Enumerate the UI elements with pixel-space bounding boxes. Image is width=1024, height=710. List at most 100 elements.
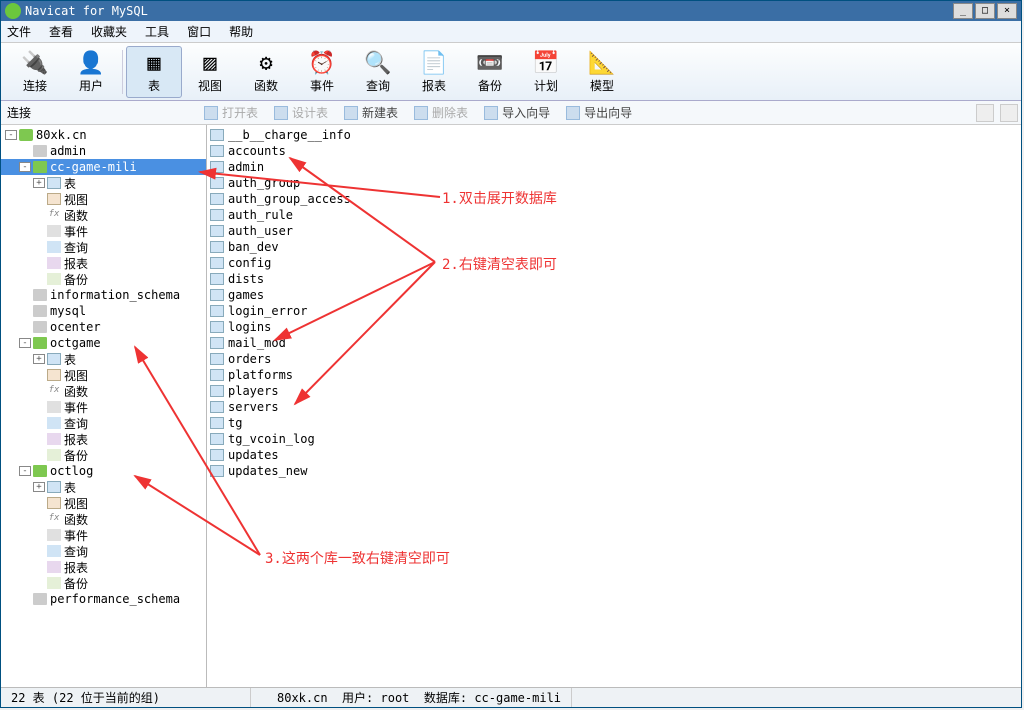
title-bar: Navicat for MySQL _ □ × [1, 1, 1021, 21]
db-child-事件[interactable]: 事件 [1, 223, 206, 239]
detail-view-icon[interactable] [1000, 104, 1018, 122]
connection-tree: -80xk.cnadmin-cc-game-mili+表视图fx函数事件查询报表… [1, 125, 207, 687]
expand-toggle[interactable]: + [33, 482, 45, 492]
close-button[interactable]: × [997, 3, 1017, 19]
db-node-octlog[interactable]: -octlog [1, 463, 206, 479]
table-row[interactable]: accounts [210, 143, 1019, 159]
toolbar-表[interactable]: ▦表 [126, 46, 182, 98]
table-row[interactable]: logins [210, 319, 1019, 335]
sub-toolbar: 连接 打开表设计表新建表删除表导入向导导出向导 [1, 101, 1021, 125]
subtoolbar-导入向导[interactable]: 导入向导 [476, 101, 558, 124]
expand-toggle[interactable]: - [5, 130, 17, 140]
table-row[interactable]: servers [210, 399, 1019, 415]
db-child-事件[interactable]: 事件 [1, 399, 206, 415]
db-node-performance_schema[interactable]: performance_schema [1, 591, 206, 607]
db-node-admin[interactable]: admin [1, 143, 206, 159]
menu-4[interactable]: 窗口 [187, 23, 211, 40]
menu-2[interactable]: 收藏夹 [91, 23, 127, 40]
table-row[interactable]: auth_rule [210, 207, 1019, 223]
db-node-cc-game-mili[interactable]: -cc-game-mili [1, 159, 206, 175]
table-row[interactable]: games [210, 287, 1019, 303]
search-icon[interactable] [976, 104, 994, 122]
db-child-备份[interactable]: 备份 [1, 447, 206, 463]
table-row[interactable]: auth_user [210, 223, 1019, 239]
toolbar-连接[interactable]: 🔌连接 [7, 46, 63, 98]
table-row[interactable]: updates [210, 447, 1019, 463]
db-child-视图[interactable]: 视图 [1, 191, 206, 207]
expand-toggle[interactable]: + [33, 178, 45, 188]
subtoolbar-导出向导[interactable]: 导出向导 [558, 101, 640, 124]
menu-1[interactable]: 查看 [49, 23, 73, 40]
toolbar-计划[interactable]: 📅计划 [518, 46, 574, 98]
用户-icon: 👤 [75, 49, 107, 77]
table-icon [210, 449, 224, 461]
toolbar-模型[interactable]: 📐模型 [574, 46, 630, 98]
table-icon [47, 481, 61, 493]
db-child-表[interactable]: +表 [1, 351, 206, 367]
table-row[interactable]: ban_dev [210, 239, 1019, 255]
table-icon [210, 433, 224, 445]
table-row[interactable]: tg_vcoin_log [210, 431, 1019, 447]
table-row[interactable]: auth_group [210, 175, 1019, 191]
db-child-查询[interactable]: 查询 [1, 543, 206, 559]
db-node-ocenter[interactable]: ocenter [1, 319, 206, 335]
minimize-button[interactable]: _ [953, 3, 973, 19]
expand-toggle[interactable]: + [33, 354, 45, 364]
table-row[interactable]: auth_group_access [210, 191, 1019, 207]
db-node-information_schema[interactable]: information_schema [1, 287, 206, 303]
toolbar-备份[interactable]: 📼备份 [462, 46, 518, 98]
toolbar-函数[interactable]: ⚙函数 [238, 46, 294, 98]
toolbar-报表[interactable]: 📄报表 [406, 46, 462, 98]
db-child-报表[interactable]: 报表 [1, 255, 206, 271]
table-row[interactable]: login_error [210, 303, 1019, 319]
db-grey-icon [33, 305, 47, 317]
db-child-表[interactable]: +表 [1, 175, 206, 191]
db-node-octgame[interactable]: -octgame [1, 335, 206, 351]
expand-toggle[interactable]: - [19, 338, 31, 348]
db-node-mysql[interactable]: mysql [1, 303, 206, 319]
table-action-icon [344, 106, 358, 120]
table-row[interactable]: mail_mod [210, 335, 1019, 351]
db-child-函数[interactable]: fx函数 [1, 383, 206, 399]
db-child-视图[interactable]: 视图 [1, 495, 206, 511]
db-child-函数[interactable]: fx函数 [1, 207, 206, 223]
menu-5[interactable]: 帮助 [229, 23, 253, 40]
table-row[interactable]: config [210, 255, 1019, 271]
table-row[interactable]: orders [210, 351, 1019, 367]
table-row[interactable]: admin [210, 159, 1019, 175]
table-icon [210, 385, 224, 397]
expand-toggle[interactable]: - [19, 162, 31, 172]
table-icon [210, 161, 224, 173]
subtoolbar-设计表: 设计表 [266, 101, 336, 124]
maximize-button[interactable]: □ [975, 3, 995, 19]
table-row[interactable]: tg [210, 415, 1019, 431]
table-list-pane: __b__charge__infoaccountsadminauth_group… [207, 125, 1021, 687]
表-icon: ▦ [138, 49, 170, 77]
table-row[interactable]: players [210, 383, 1019, 399]
connection-node[interactable]: -80xk.cn [1, 127, 206, 143]
db-child-视图[interactable]: 视图 [1, 367, 206, 383]
toolbar-事件[interactable]: ⏰事件 [294, 46, 350, 98]
subtoolbar-新建表[interactable]: 新建表 [336, 101, 406, 124]
menu-3[interactable]: 工具 [145, 23, 169, 40]
table-icon [210, 177, 224, 189]
db-child-备份[interactable]: 备份 [1, 575, 206, 591]
db-child-表[interactable]: +表 [1, 479, 206, 495]
table-row[interactable]: updates_new [210, 463, 1019, 479]
toolbar-用户[interactable]: 👤用户 [63, 46, 119, 98]
toolbar-查询[interactable]: 🔍查询 [350, 46, 406, 98]
table-icon [210, 225, 224, 237]
db-child-查询[interactable]: 查询 [1, 239, 206, 255]
toolbar-视图[interactable]: ▨视图 [182, 46, 238, 98]
db-child-事件[interactable]: 事件 [1, 527, 206, 543]
db-child-查询[interactable]: 查询 [1, 415, 206, 431]
db-child-备份[interactable]: 备份 [1, 271, 206, 287]
table-row[interactable]: dists [210, 271, 1019, 287]
db-child-函数[interactable]: fx函数 [1, 511, 206, 527]
table-row[interactable]: __b__charge__info [210, 127, 1019, 143]
table-row[interactable]: platforms [210, 367, 1019, 383]
db-child-报表[interactable]: 报表 [1, 559, 206, 575]
menu-0[interactable]: 文件 [7, 23, 31, 40]
db-child-报表[interactable]: 报表 [1, 431, 206, 447]
expand-toggle[interactable]: - [19, 466, 31, 476]
